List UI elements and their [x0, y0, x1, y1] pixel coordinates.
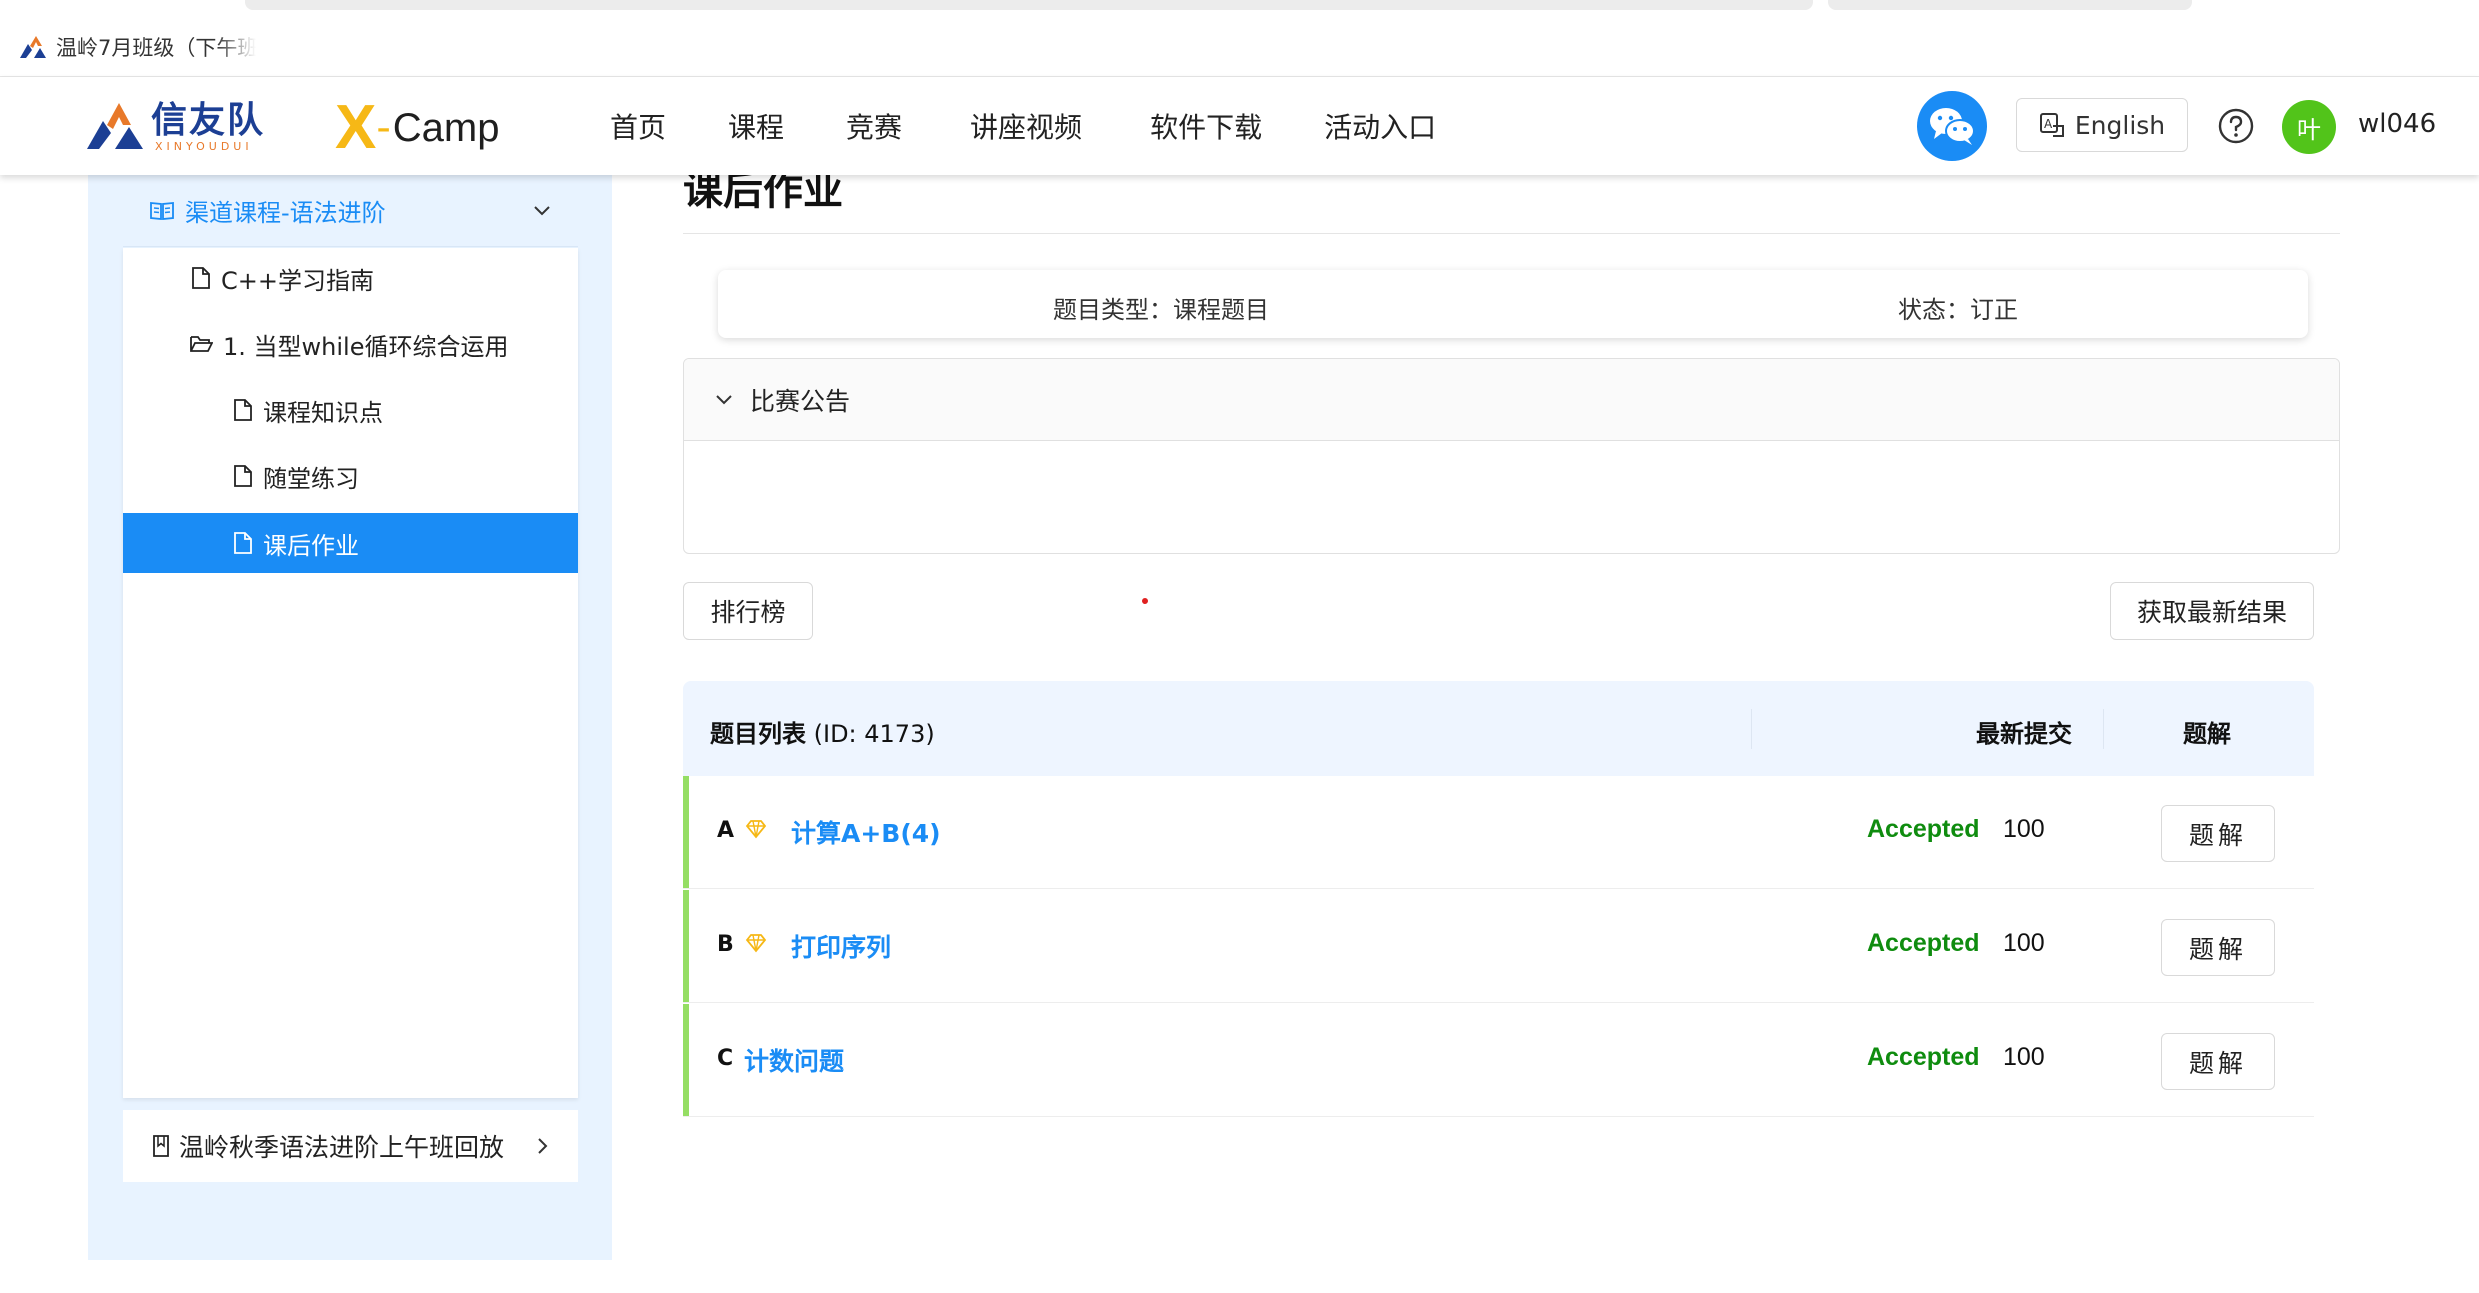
site-header: 信友队 XINYOUDUI X - Camp 首页 课程 竞赛 讲座视频 软件下… [0, 77, 2479, 175]
refresh-results-button[interactable]: 获取最新结果 [2110, 582, 2314, 640]
file-icon [234, 399, 252, 421]
file-icon [234, 465, 252, 487]
sidebar-item-label: 课程知识点 [263, 398, 383, 427]
contest-status: 状态：订正 [1898, 296, 2018, 324]
problem-list-label: 题目列表 [710, 720, 806, 748]
cursor-dot [1142, 598, 1148, 604]
sidebar-item-label: 随堂练习 [263, 464, 359, 493]
browser-tab[interactable] [245, 0, 1813, 10]
sidebar-item-practice[interactable]: 随堂练习 [123, 446, 578, 506]
language-label: English [2074, 110, 2166, 140]
column-solution: 题解 [2183, 720, 2231, 748]
nav-lecture-videos[interactable]: 讲座视频 [970, 106, 1082, 146]
problem-table-header: 题目列表 (ID: 4173) 最新提交 题解 [683, 681, 2314, 776]
wechat-button[interactable] [1917, 91, 1987, 161]
main-nav: 首页 课程 竞赛 讲座视频 软件下载 活动入口 [610, 77, 1436, 175]
solution-button[interactable]: 题解 [2161, 805, 2275, 862]
submission-score: 100 [2003, 929, 2045, 957]
help-icon[interactable] [2218, 108, 2254, 144]
diamond-icon [745, 820, 767, 839]
row-accent [683, 1004, 689, 1116]
problem-list-id: (ID: 4173) [806, 720, 935, 748]
submission-status[interactable]: Accepted [1867, 1043, 1980, 1072]
svg-text:A: A [2044, 117, 2053, 131]
problem-letter: C [717, 1046, 734, 1071]
leaderboard-button[interactable]: 排行榜 [683, 582, 813, 640]
xinyoudui-logo-icon [87, 103, 143, 149]
problem-link[interactable]: 计数问题 [744, 1042, 844, 1078]
problem-letter: B [717, 932, 734, 957]
username[interactable]: wl046 [2358, 109, 2436, 139]
book-icon [153, 1135, 169, 1157]
sidebar-group-label: 渠道课程-语法进阶 [185, 199, 386, 227]
sidebar-item-homework[interactable]: 课后作业 [123, 513, 578, 573]
sidebar-panel: C++学习指南 1. 当型while循环综合运用 课程知识点 随堂练习 课后作业 [123, 248, 578, 1098]
book-open-icon [150, 201, 174, 220]
nav-courses[interactable]: 课程 [728, 106, 784, 146]
table-row: C 计数问题 Accepted 100 题解 [683, 1004, 2314, 1117]
sidebar-item-while-loop[interactable]: 1. 当型while循环综合运用 [123, 314, 578, 374]
sidebar-item-knowledge[interactable]: 课程知识点 [123, 380, 578, 440]
sidebar-item-label: 1. 当型while循环综合运用 [223, 332, 509, 361]
solution-button[interactable]: 题解 [2161, 1033, 2275, 1090]
table-row: A 计算A+B(4) Accepted 100 题解 [683, 776, 2314, 889]
problem-type: 题目类型：课程题目 [1053, 296, 1269, 324]
contest-info-bar: 题目类型：课程题目 状态：订正 [718, 270, 2308, 338]
browser-tab-title[interactable]: 温岭7月班级（下午班 [56, 32, 256, 62]
announcement-header[interactable]: 比赛公告 [684, 359, 2339, 441]
translate-icon: A [2039, 113, 2064, 137]
file-icon [192, 267, 210, 289]
xinyoudui-logo[interactable]: 信友队 XINYOUDUI [85, 97, 265, 157]
diamond-icon [745, 934, 767, 953]
column-divider [1751, 709, 1752, 749]
logo-sub-text: XINYOUDUI [155, 139, 253, 153]
problem-link[interactable]: 计算A+B(4) [791, 814, 941, 850]
language-button[interactable]: A English [2016, 98, 2188, 152]
site-favicon-icon [20, 36, 46, 58]
sidebar-item-label: 温岭秋季语法进阶上午班回放 [179, 1133, 505, 1162]
title-divider [683, 233, 2340, 234]
sidebar-group-header[interactable]: 渠道课程-语法进阶 [123, 175, 578, 247]
nav-software-download[interactable]: 软件下载 [1150, 106, 1262, 146]
chevron-down-icon [534, 206, 550, 216]
sidebar-item-cpp-guide[interactable]: C++学习指南 [123, 248, 578, 308]
xcamp-logo-dash: - [376, 105, 391, 151]
chevron-right-icon [538, 1138, 548, 1154]
chevron-down-icon [716, 394, 732, 404]
wechat-icon [1930, 108, 1975, 145]
row-accent [683, 776, 689, 888]
column-divider [2103, 709, 2104, 749]
problem-link[interactable]: 打印序列 [791, 928, 891, 964]
submission-status[interactable]: Accepted [1867, 929, 1980, 958]
sidebar-item-replay[interactable]: 温岭秋季语法进阶上午班回放 [123, 1110, 578, 1182]
nav-activities[interactable]: 活动入口 [1324, 106, 1436, 146]
announcement-label: 比赛公告 [750, 386, 851, 416]
column-latest-submission: 最新提交 [1976, 720, 2072, 748]
submission-status[interactable]: Accepted [1867, 815, 1980, 844]
row-accent [683, 890, 689, 1002]
table-row: B 打印序列 Accepted 100 题解 [683, 890, 2314, 1003]
problem-letter: A [717, 818, 735, 843]
folder-open-icon [190, 336, 213, 352]
xcamp-logo-text: Camp [392, 105, 500, 150]
submission-score: 100 [2003, 815, 2045, 843]
avatar[interactable]: 叶 [2282, 100, 2336, 154]
sidebar-item-label: C++学习指南 [221, 266, 374, 295]
browser-tab-strip [0, 0, 2479, 76]
logo-main-text: 信友队 [151, 99, 266, 141]
submission-score: 100 [2003, 1043, 2045, 1071]
problem-list-title: 题目列表 (ID: 4173) [710, 714, 935, 749]
browser-tab[interactable] [1828, 0, 2192, 10]
file-icon [234, 532, 252, 554]
xcamp-logo[interactable]: X - Camp [335, 93, 500, 162]
nav-contests[interactable]: 竞赛 [846, 106, 902, 146]
sidebar-item-label: 课后作业 [263, 531, 359, 560]
xcamp-logo-x: X [335, 93, 377, 162]
nav-home[interactable]: 首页 [610, 106, 666, 146]
solution-button[interactable]: 题解 [2161, 919, 2275, 976]
announcement-panel: 比赛公告 [683, 358, 2340, 554]
